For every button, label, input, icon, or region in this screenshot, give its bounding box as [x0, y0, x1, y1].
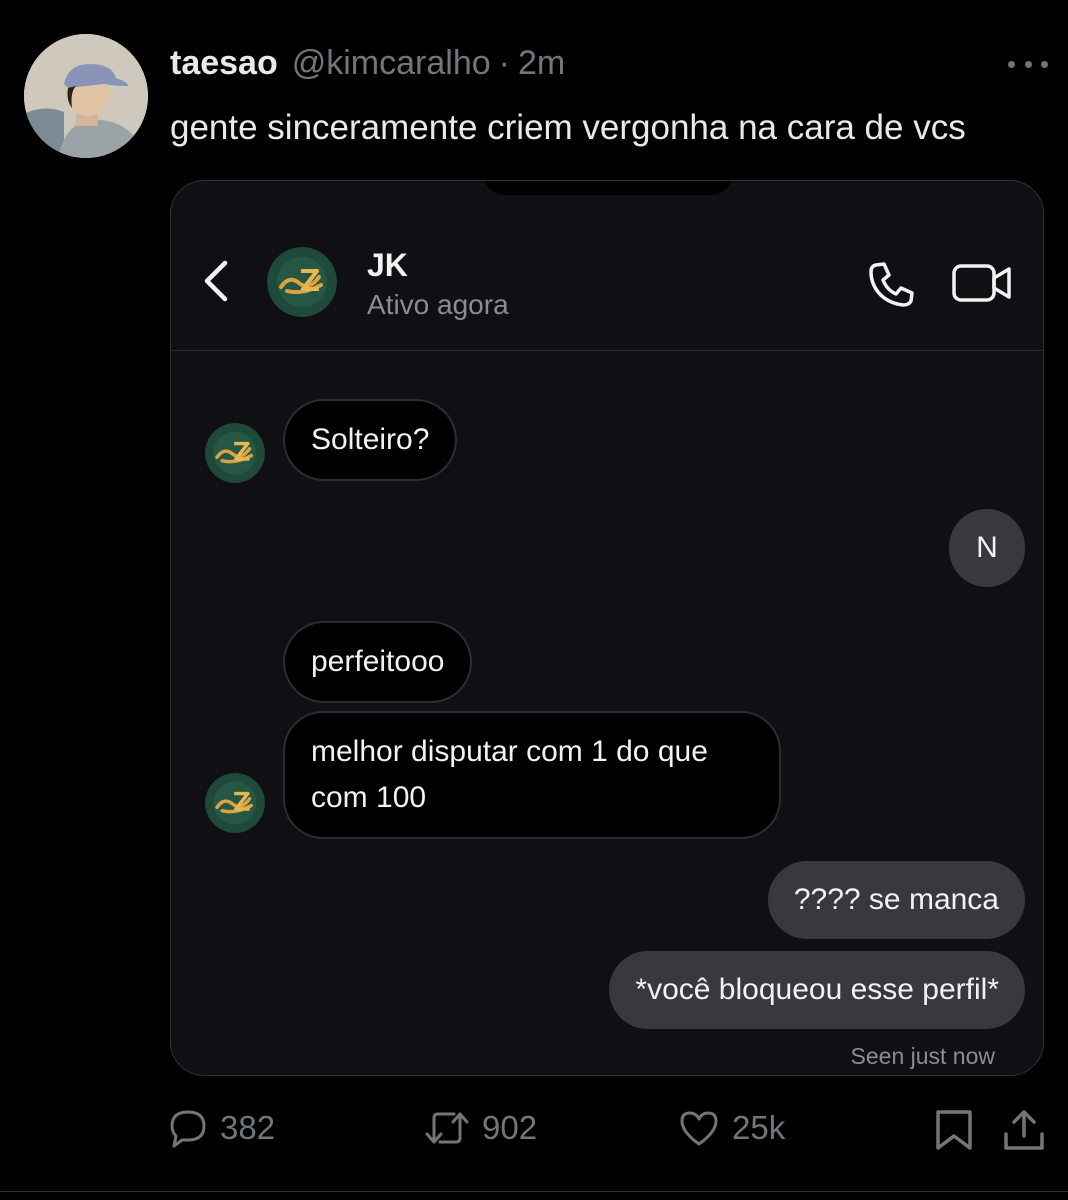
chat-screenshot[interactable]: JK Ativo agora Solteiro? N perfeitooo me… [170, 180, 1044, 1076]
message-bubble-outgoing[interactable]: ???? se manca [767, 861, 1025, 939]
divider [0, 1191, 1068, 1192]
contact-status: Ativo agora [367, 289, 509, 320]
separator: · [498, 44, 510, 82]
phone-icon[interactable] [867, 259, 917, 309]
reply-button[interactable]: 382 [168, 1108, 275, 1148]
retweet-button[interactable]: 902 [424, 1108, 537, 1148]
share-button[interactable] [1002, 1108, 1046, 1152]
reply-icon [170, 1110, 206, 1148]
handle-group: @kimcaralho · 2m [292, 44, 565, 83]
retweet-icon [425, 1112, 469, 1144]
message-bubble-incoming[interactable]: Solteiro? [283, 399, 458, 481]
contact-avatar[interactable] [267, 247, 337, 317]
more-icon[interactable] [1008, 56, 1048, 72]
chevron-left-icon[interactable] [197, 257, 235, 305]
message-bubble-outgoing[interactable]: *você bloqueou esse perfil* [609, 951, 1025, 1029]
retweet-count: 902 [482, 1109, 538, 1146]
bookmark-icon [936, 1110, 972, 1150]
message-avatar [205, 773, 265, 833]
like-button[interactable]: 25k [678, 1108, 785, 1148]
heart-icon [680, 1111, 718, 1146]
message-bubble-incoming[interactable]: melhor disputar com 1 do que com 100 [283, 711, 781, 839]
share-icon [1004, 1110, 1044, 1150]
reply-count: 382 [220, 1109, 276, 1146]
message-bubble-outgoing[interactable]: N [949, 509, 1025, 587]
message-avatar [205, 423, 265, 483]
tweet-actions: 382 902 25k [0, 1100, 1068, 1160]
tweet-text: gente sinceramente criem vergonha na car… [170, 108, 966, 147]
timestamp[interactable]: 2m [518, 44, 565, 83]
tweet: taesao @kimcaralho · 2m gente sinceramen… [0, 0, 1068, 1200]
message-bubble-incoming[interactable]: perfeitooo [283, 621, 473, 703]
tweet-header: taesao @kimcaralho · 2m [170, 44, 565, 84]
video-camera-icon[interactable] [951, 261, 1013, 305]
like-count: 25k [732, 1109, 786, 1146]
handle[interactable]: @kimcaralho [292, 44, 491, 83]
display-name[interactable]: taesao [170, 44, 278, 83]
author-avatar[interactable] [24, 34, 148, 158]
seen-status: Seen just now [850, 1043, 995, 1069]
chat-header: JK Ativo agora [171, 181, 1043, 351]
contact-name[interactable]: JK [367, 247, 408, 284]
bookmark-button[interactable] [934, 1108, 974, 1152]
